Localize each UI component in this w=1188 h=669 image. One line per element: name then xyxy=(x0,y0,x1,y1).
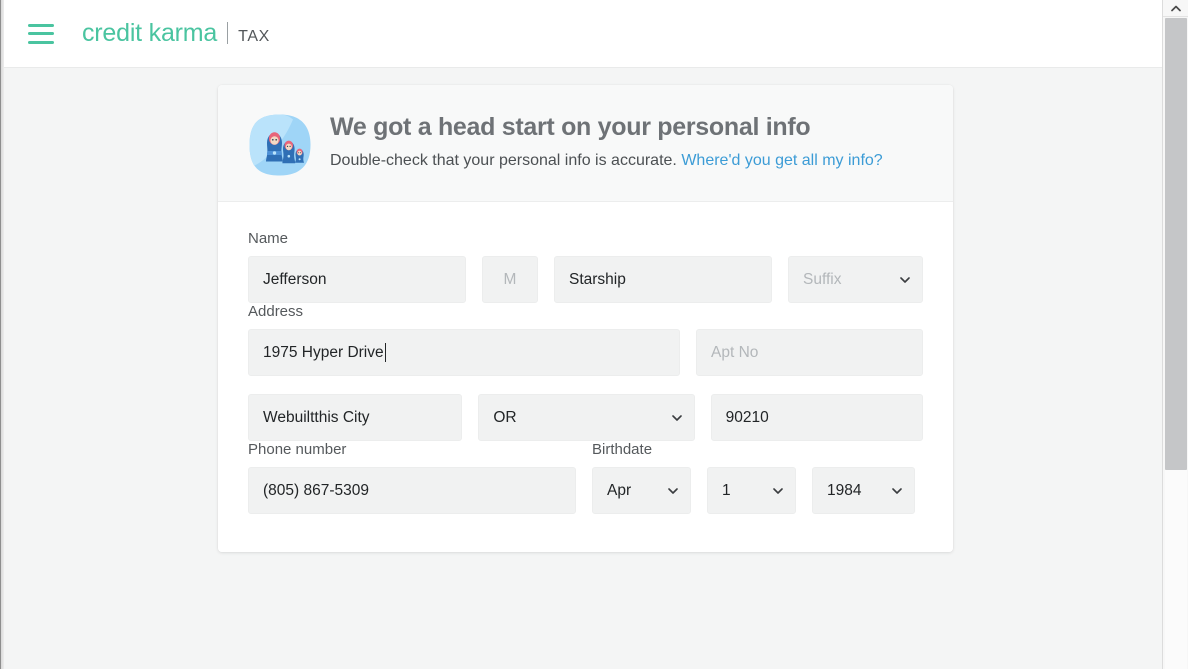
page-title: We got a head start on your personal inf… xyxy=(330,113,811,141)
card-header: We got a head start on your personal inf… xyxy=(218,85,953,202)
hamburger-menu-icon[interactable] xyxy=(28,23,54,44)
last-name-input[interactable]: Starship xyxy=(554,256,772,303)
last-name-value: Starship xyxy=(569,270,626,288)
phone-group: Phone number (805) 867-5309 xyxy=(248,441,576,514)
card-header-text: We got a head start on your personal inf… xyxy=(330,111,883,172)
scrollbar-up-button[interactable] xyxy=(1163,0,1188,17)
brand-divider xyxy=(227,22,229,44)
middle-initial-placeholder: M xyxy=(503,270,517,288)
apt-number-placeholder: Apt No xyxy=(711,343,759,361)
text-caret xyxy=(384,343,386,362)
suffix-placeholder: Suffix xyxy=(803,270,842,288)
hamburger-bar-2 xyxy=(28,32,54,35)
card-subtitle-text: Double-check that your personal info is … xyxy=(330,151,677,169)
brand-product-label: TAX xyxy=(238,28,270,45)
card-subtitle: Double-check that your personal info is … xyxy=(330,151,883,172)
scrollbar-thumb[interactable] xyxy=(1165,18,1187,470)
phone-number-input[interactable]: (805) 867-5309 xyxy=(248,467,576,514)
state-select[interactable]: OR xyxy=(478,394,695,441)
brand-logo[interactable]: credit karma TAX xyxy=(82,19,270,48)
birth-day-value: 1 xyxy=(722,481,731,499)
hamburger-bar-1 xyxy=(28,23,54,27)
street-address-input[interactable]: 1975 Hyper Drive xyxy=(248,329,680,376)
chevron-down-icon xyxy=(773,487,783,494)
middle-initial-input[interactable]: M xyxy=(482,256,538,303)
brand-name-label: credit karma xyxy=(82,19,218,47)
zip-code-input[interactable]: 90210 xyxy=(710,394,923,441)
page-content-area: We got a head start on your personal inf… xyxy=(4,68,1162,669)
name-label: Name xyxy=(248,230,289,247)
name-section: Name Jefferson M Starship Suffix xyxy=(248,230,923,303)
birth-year-value: 1984 xyxy=(827,481,862,499)
personal-info-form: Name Jefferson M Starship Suffix Address… xyxy=(218,202,953,552)
state-value: OR xyxy=(493,408,517,426)
street-row: 1975 Hyper Drive Apt No xyxy=(248,329,923,376)
street-address-value: 1975 Hyper Drive xyxy=(263,343,384,361)
scrollbar-track[interactable] xyxy=(1165,470,1187,669)
chevron-up-icon xyxy=(1171,5,1181,11)
chevron-down-icon xyxy=(892,487,902,494)
vertical-scrollbar[interactable] xyxy=(1162,0,1188,669)
window-left-edge xyxy=(0,0,4,669)
city-input[interactable]: Webuiltthis City xyxy=(248,394,463,441)
phone-number-label: Phone number xyxy=(248,441,347,458)
browser-viewport: credit karma TAX We got a head start on … xyxy=(0,0,1188,669)
where-did-you-get-my-info-link[interactable]: Where'd you get all my info? xyxy=(681,152,882,169)
suffix-select[interactable]: Suffix xyxy=(788,256,923,303)
nesting-dolls-icon xyxy=(248,113,312,177)
birthdate-label: Birthdate xyxy=(592,441,653,458)
first-name-input[interactable]: Jefferson xyxy=(248,256,466,303)
first-name-value: Jefferson xyxy=(263,270,327,288)
city-value: Webuiltthis City xyxy=(263,408,370,426)
apt-number-input[interactable]: Apt No xyxy=(696,329,923,376)
zip-code-value: 90210 xyxy=(725,408,769,426)
phone-birthdate-row: Phone number (805) 867-5309 Birthdate Ap… xyxy=(248,441,923,514)
birth-year-select[interactable]: 1984 xyxy=(812,467,915,514)
address-section: Address 1975 Hyper Drive Apt No Webuiltt… xyxy=(248,303,923,441)
birth-month-value: Apr xyxy=(607,481,632,499)
address-label: Address xyxy=(248,303,304,320)
personal-info-card: We got a head start on your personal inf… xyxy=(218,85,953,552)
city-state-zip-row: Webuiltthis City OR 90210 xyxy=(248,394,923,441)
chevron-down-icon xyxy=(900,276,910,283)
chevron-down-icon xyxy=(671,414,682,421)
top-navigation-bar: credit karma TAX xyxy=(4,0,1162,68)
birthdate-selects: Apr 1 1984 xyxy=(592,467,915,514)
hamburger-bar-3 xyxy=(28,40,54,44)
name-row: Jefferson M Starship Suffix xyxy=(248,256,923,303)
phone-number-value: (805) 867-5309 xyxy=(263,481,369,499)
birth-day-select[interactable]: 1 xyxy=(707,467,796,514)
birthdate-group: Birthdate Apr 1 1984 xyxy=(592,441,915,514)
birth-month-select[interactable]: Apr xyxy=(592,467,691,514)
chevron-down-icon xyxy=(668,487,678,494)
